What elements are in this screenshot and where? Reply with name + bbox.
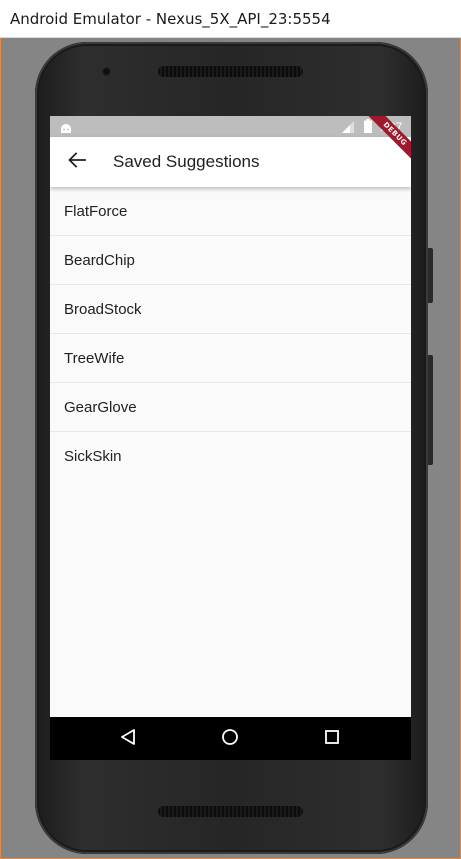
- phone-screen: 7:27 Saved Suggestions DEBUG FlatForce B…: [50, 116, 411, 760]
- status-bar: 7:27: [50, 116, 411, 137]
- android-notification-icon: [60, 121, 72, 133]
- list-item-text: BeardChip: [64, 252, 135, 269]
- power-button[interactable]: [428, 248, 433, 303]
- list-item-text: SickSkin: [64, 448, 122, 465]
- nav-home-icon: [221, 728, 239, 751]
- list-item[interactable]: FlatForce: [50, 187, 411, 236]
- navigation-bar: [50, 717, 411, 760]
- nav-recents-button[interactable]: [318, 725, 346, 753]
- list-item[interactable]: BeardChip: [50, 236, 411, 285]
- volume-button[interactable]: [428, 355, 433, 465]
- window-titlebar: Android Emulator - Nexus_5X_API_23:5554: [0, 0, 461, 38]
- list-item-text: GearGlove: [64, 399, 137, 416]
- nav-home-button[interactable]: [216, 725, 244, 753]
- battery-icon: [364, 119, 372, 133]
- nav-back-icon: [119, 728, 137, 751]
- list-item[interactable]: SickSkin: [50, 432, 411, 481]
- list-item-text: TreeWife: [64, 350, 125, 367]
- nav-back-button[interactable]: [114, 725, 142, 753]
- nav-recents-icon: [324, 729, 340, 750]
- front-camera: [102, 67, 111, 76]
- window-title: Android Emulator - Nexus_5X_API_23:5554: [10, 10, 331, 28]
- list-item[interactable]: BroadStock: [50, 285, 411, 334]
- suggestion-list: FlatForce BeardChip BroadStock TreeWife …: [50, 187, 411, 481]
- list-item-text: FlatForce: [64, 203, 128, 220]
- signal-icon: [342, 120, 354, 133]
- top-speaker: [158, 66, 303, 77]
- back-button[interactable]: [60, 145, 94, 179]
- list-item[interactable]: TreeWife: [50, 334, 411, 383]
- app-bar: Saved Suggestions: [50, 137, 411, 187]
- list-item-text: BroadStock: [64, 301, 142, 318]
- page-title: Saved Suggestions: [113, 152, 260, 171]
- arrow-back-icon: [68, 151, 86, 173]
- list-item[interactable]: GearGlove: [50, 383, 411, 432]
- bottom-speaker: [158, 806, 303, 817]
- window-frame-left: [0, 38, 1, 859]
